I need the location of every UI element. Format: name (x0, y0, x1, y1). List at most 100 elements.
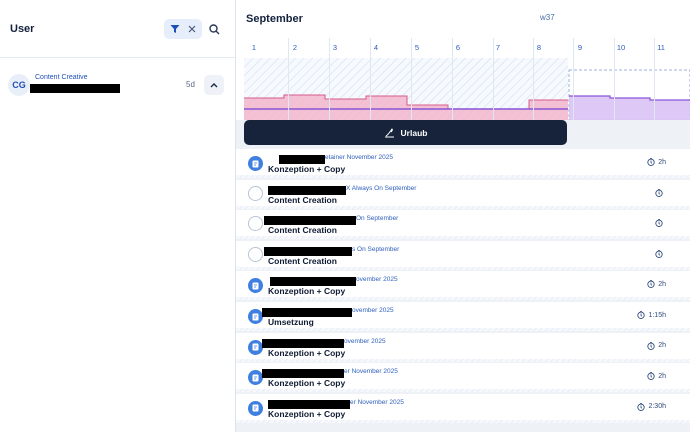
task-project: etainer November 2025 (325, 154, 393, 161)
task-row[interactable]: er November 2025 Konzeption + Copy 2:30h (236, 393, 690, 423)
row-divider (236, 297, 690, 301)
task-time: 2h (647, 372, 666, 381)
day-gridline (370, 38, 371, 120)
day-header: 5 (414, 43, 420, 52)
vacation-label: Urlaub (400, 127, 428, 138)
panel-title: User (10, 23, 35, 35)
task-project: er November 2025 (344, 368, 398, 376)
task-name: Konzeption + Copy (268, 164, 346, 174)
task-row[interactable]: s On September Content Creation (236, 240, 690, 270)
day-header: 1 (251, 43, 257, 52)
redacted-project-name (264, 216, 356, 226)
day-gridline (452, 38, 453, 120)
redacted-project-name (262, 338, 344, 348)
task-project: X Always On September (346, 184, 417, 192)
timeline-panel: September w37 1 2 3 4 5 6 7 8 9 10 11 Urlaub etain… (236, 0, 690, 432)
user-duration: 5d (186, 80, 195, 89)
filter-button[interactable] (164, 19, 202, 39)
task-name: Konzeption + Copy (268, 408, 346, 419)
search-button[interactable] (204, 19, 224, 39)
clock-icon (647, 280, 655, 289)
vacation-icon (384, 128, 394, 138)
day-gridline (493, 38, 494, 120)
redacted-project-name (268, 399, 350, 409)
vacation-bar[interactable]: Urlaub (244, 120, 567, 145)
clock-icon (655, 219, 663, 228)
clock-icon (637, 311, 646, 319)
day-gridline (573, 38, 574, 120)
collapse-button[interactable] (204, 75, 224, 95)
row-divider (236, 266, 690, 270)
redacted-project-name (264, 246, 352, 256)
day-gridline (329, 38, 330, 120)
task-name: Content Creation (268, 255, 337, 266)
day-header: 4 (373, 43, 379, 52)
task-status-circle-icon[interactable] (248, 185, 263, 201)
redacted-project-name (279, 155, 325, 164)
workload-graph (244, 58, 690, 121)
clock-icon (655, 249, 663, 258)
workload-chart (236, 58, 690, 121)
clock-icon (655, 188, 663, 197)
clock-icon (647, 158, 655, 166)
week-label: w37 (540, 13, 555, 22)
task-type-icon[interactable] (248, 309, 263, 324)
day-header: 7 (495, 43, 501, 52)
redacted-project-name (262, 369, 344, 379)
day-header: 3 (332, 43, 338, 52)
clear-filter-icon[interactable] (188, 25, 196, 33)
redacted-user-name (30, 84, 120, 93)
user-row[interactable]: CG Content Creative 5d (0, 70, 236, 100)
task-project: ovember 2025 (344, 337, 386, 345)
row-divider (236, 175, 690, 178)
task-time: 2:30h (637, 402, 666, 411)
task-name: Umsetzung (268, 317, 314, 327)
row-divider (236, 358, 690, 362)
day-header-row: 1 2 3 4 5 6 7 8 9 10 11 (236, 38, 690, 58)
task-type-icon[interactable] (248, 400, 263, 416)
user-role: Content Creative (35, 74, 88, 81)
task-status-circle-icon[interactable] (248, 246, 263, 262)
task-time: 2h (647, 341, 666, 350)
task-time (655, 188, 666, 197)
row-divider (236, 389, 690, 393)
clock-icon (647, 341, 655, 350)
row-divider (236, 205, 690, 209)
row-divider (236, 328, 690, 331)
redacted-project-name (268, 185, 346, 195)
task-row[interactable]: ovember 2025 Umsetzung 1:15h (236, 302, 690, 331)
clock-icon (647, 372, 655, 381)
task-time-value: 1:15h (648, 311, 666, 319)
task-type-icon[interactable] (248, 339, 263, 355)
timeline-header: September w37 (236, 0, 690, 38)
chevron-up-icon (210, 83, 218, 88)
task-type-icon[interactable] (248, 156, 263, 171)
task-time-value: 2h (658, 372, 666, 380)
task-row[interactable]: ovember 2025 Konzeption + Copy 2h (236, 332, 690, 362)
day-header: 6 (455, 43, 461, 52)
task-row[interactable]: etainer November 2025 Konzeption + Copy 2h (236, 149, 690, 178)
redacted-project-name (270, 277, 356, 287)
task-project: ovember 2025 (352, 307, 394, 314)
task-project: ovember 2025 (356, 276, 398, 284)
task-status-circle-icon[interactable] (248, 216, 263, 232)
day-gridline (654, 38, 655, 120)
day-gridline (288, 38, 289, 120)
task-row[interactable]: ovember 2025 Konzeption + Copy 2h (236, 271, 690, 301)
task-row[interactable]: X Always On September Content Creation (236, 179, 690, 209)
task-type-icon[interactable] (248, 278, 263, 294)
task-type-icon[interactable] (248, 370, 263, 386)
clock-icon (637, 402, 646, 411)
task-name: Konzeption + Copy (268, 286, 346, 297)
task-row[interactable]: er November 2025 Konzeption + Copy 2h (236, 363, 690, 393)
task-row[interactable]: On September Content Creation (236, 210, 690, 240)
filter-icon (170, 25, 180, 33)
search-icon (208, 23, 219, 34)
redacted-project-name (262, 308, 352, 317)
task-project: er November 2025 (350, 398, 404, 406)
month-label: September (246, 13, 303, 25)
task-name: Content Creation (268, 225, 337, 236)
task-time-value: 2h (658, 280, 666, 288)
task-time-value: 2:30h (648, 403, 666, 411)
task-time: 2h (647, 280, 666, 289)
